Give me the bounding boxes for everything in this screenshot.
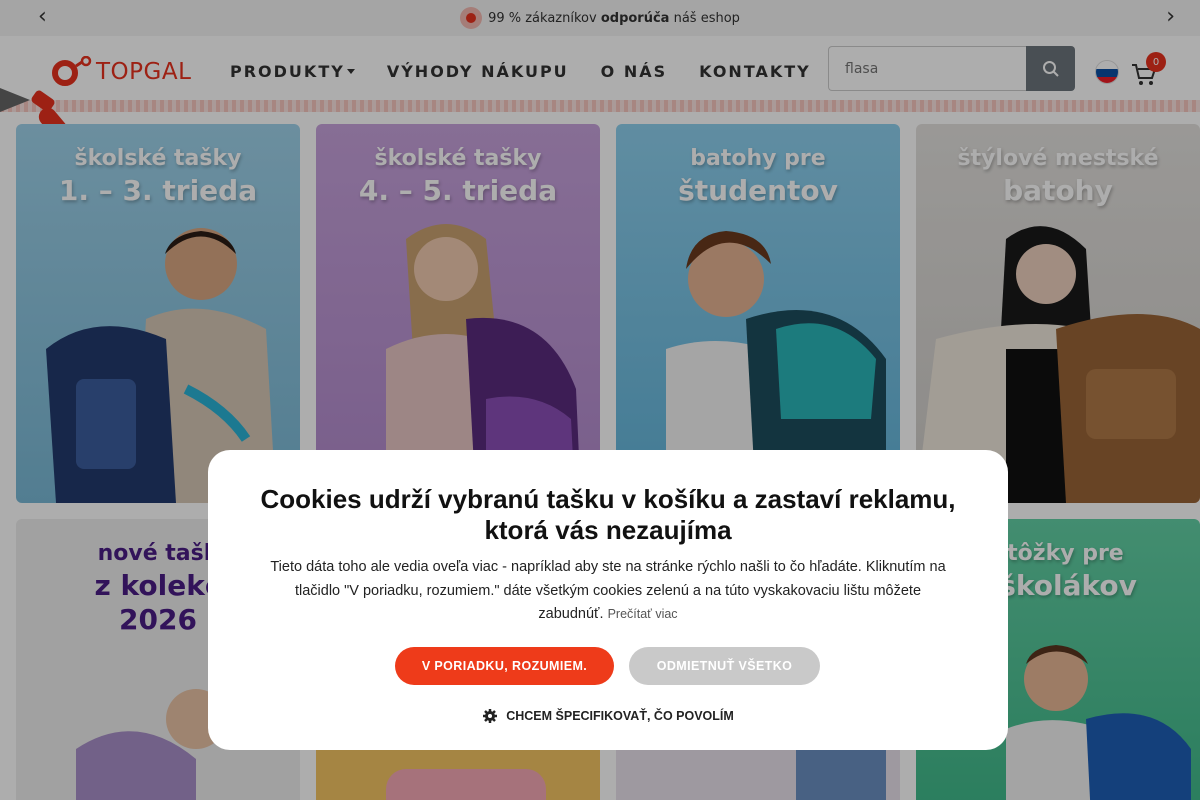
- gear-icon: [483, 709, 498, 723]
- specify-cookies-link[interactable]: CHCEM ŠPECIFIKOVAŤ, ČO POVOLÍM: [468, 705, 748, 727]
- read-more-link[interactable]: Prečítať viac: [608, 607, 678, 621]
- cookie-consent-dialog: Cookies udrží vybranú tašku v košíku a z…: [208, 450, 1008, 750]
- accept-cookies-button[interactable]: V PORIADKU, ROZUMIEM.: [395, 647, 614, 685]
- cookie-body-text: Tieto dáta toho ale vedia oveľa viac - n…: [268, 556, 948, 627]
- reject-all-button[interactable]: ODMIETNUŤ VŠETKO: [629, 647, 820, 685]
- cookie-title: Cookies udrží vybranú tašku v košíku a z…: [260, 484, 956, 545]
- specify-label: CHCEM ŠPECIFIKOVAŤ, ČO POVOLÍM: [506, 709, 734, 723]
